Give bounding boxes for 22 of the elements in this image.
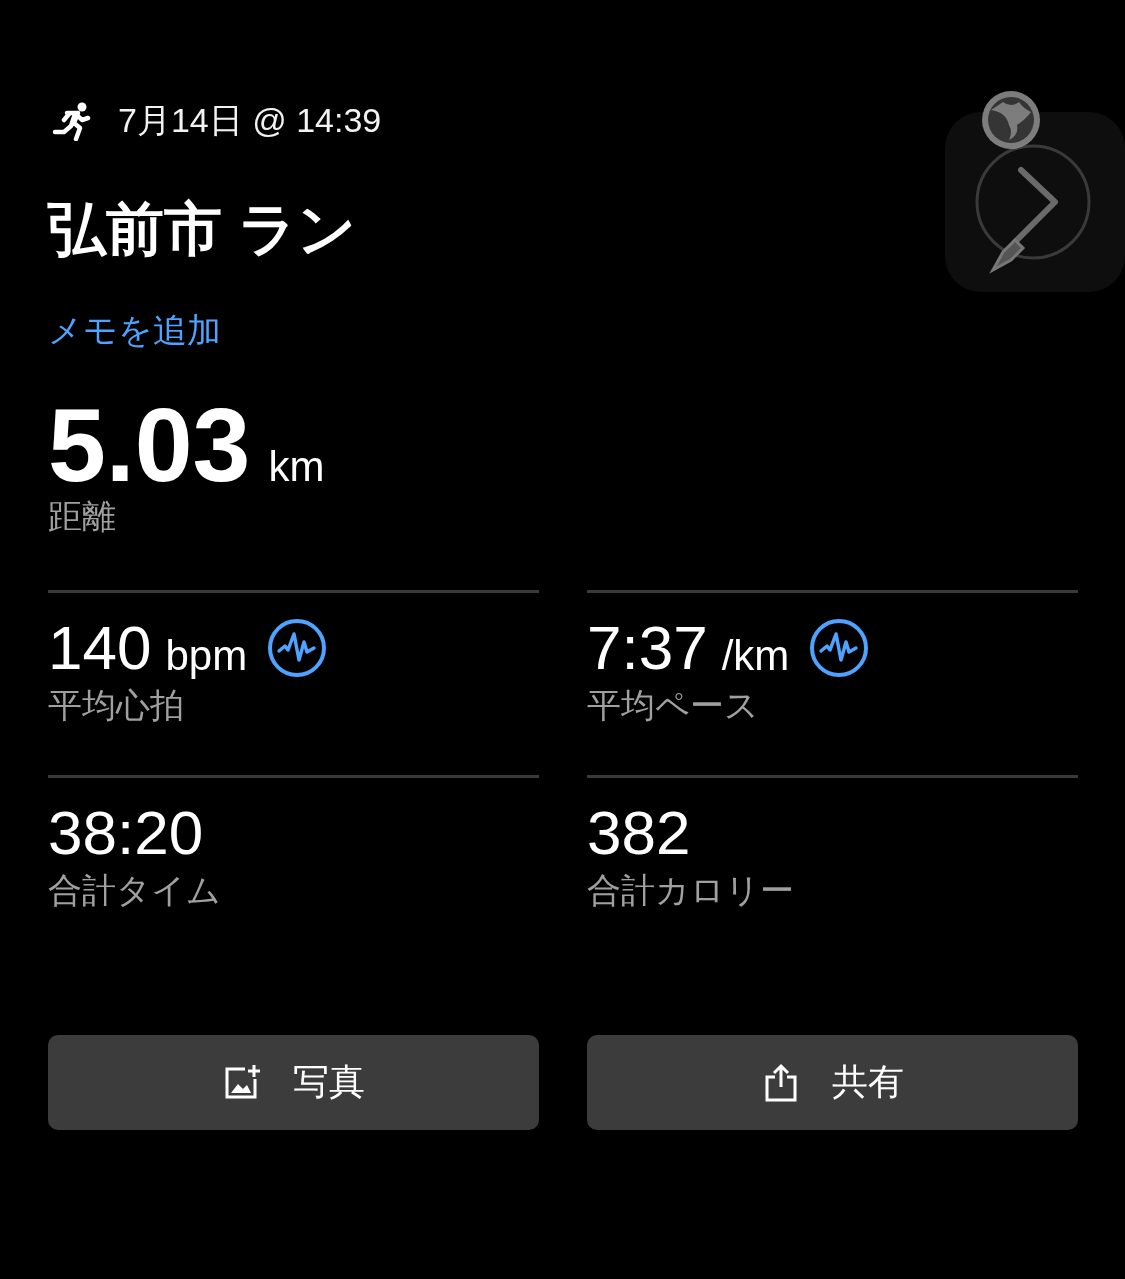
stat-unit: /km — [721, 632, 790, 680]
stat-unit: bpm — [165, 632, 248, 680]
pulse-icon[interactable] — [809, 618, 870, 678]
stat-label: 合計カロリー — [587, 870, 795, 911]
add-memo-link[interactable]: メモを追加 — [48, 308, 221, 352]
pen-chevron-icon — [945, 112, 1125, 292]
stat-value: 382 — [587, 798, 691, 868]
workout-date: 7月14日 @ 14:39 — [118, 100, 382, 141]
photo-button[interactable]: 写真 — [48, 1035, 539, 1130]
workout-title: 弘前市 ラン — [48, 195, 358, 263]
stat-label: 平均ペース — [587, 685, 760, 726]
stat-value: 7:37 — [587, 613, 708, 683]
pulse-icon[interactable] — [267, 618, 328, 678]
share-button[interactable]: 共有 — [587, 1035, 1078, 1130]
floating-widget[interactable] — [945, 90, 1125, 292]
globe-icon[interactable] — [981, 90, 1041, 150]
stat-value: 140 — [48, 613, 152, 683]
stat-label: 平均心拍 — [48, 685, 185, 726]
stat-label: 合計タイム — [48, 870, 222, 911]
stat-value: 38:20 — [48, 798, 204, 868]
distance-unit: km — [268, 443, 325, 491]
runner-icon — [52, 101, 92, 141]
